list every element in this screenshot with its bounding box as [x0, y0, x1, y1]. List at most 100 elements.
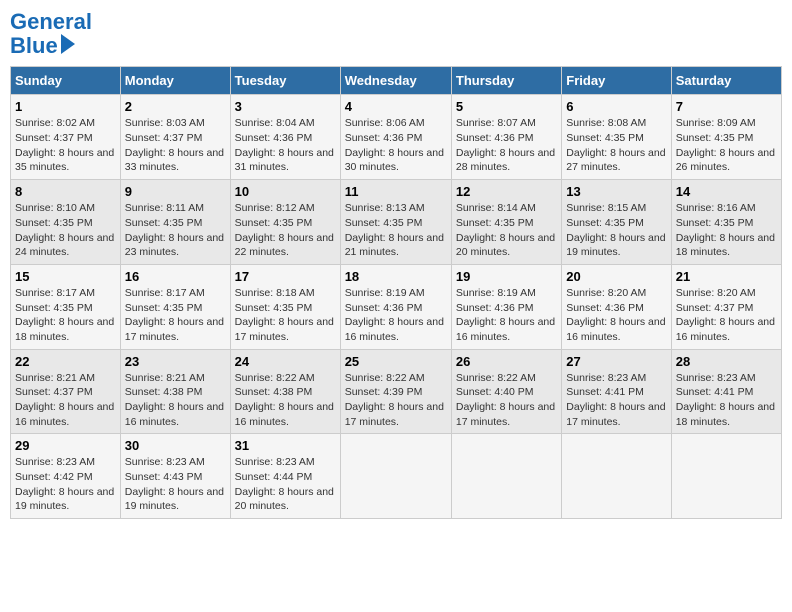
sunset-label: Sunset: — [235, 471, 274, 483]
sunset-label: Sunset: — [125, 302, 164, 314]
day-info: Sunrise: 8:22 AM Sunset: 4:39 PM Dayligh… — [345, 371, 447, 430]
sunrise-time: 8:09 AM — [717, 117, 756, 129]
calendar-cell: 22 Sunrise: 8:21 AM Sunset: 4:37 PM Dayl… — [11, 349, 121, 434]
calendar-cell: 15 Sunrise: 8:17 AM Sunset: 4:35 PM Dayl… — [11, 264, 121, 349]
sunset-label: Sunset: — [345, 302, 384, 314]
day-number: 27 — [566, 354, 666, 369]
week-row-2: 8 Sunrise: 8:10 AM Sunset: 4:35 PM Dayli… — [11, 180, 782, 265]
day-info: Sunrise: 8:04 AM Sunset: 4:36 PM Dayligh… — [235, 116, 336, 175]
calendar-table: SundayMondayTuesdayWednesdayThursdayFrid… — [10, 66, 782, 519]
sunrise-time: 8:23 AM — [166, 456, 205, 468]
calendar-cell: 5 Sunrise: 8:07 AM Sunset: 4:36 PM Dayli… — [451, 95, 561, 180]
sunset-time: 4:43 PM — [163, 471, 202, 483]
day-number: 30 — [125, 438, 226, 453]
header-thursday: Thursday — [451, 67, 561, 95]
day-number: 29 — [15, 438, 116, 453]
day-info: Sunrise: 8:11 AM Sunset: 4:35 PM Dayligh… — [125, 201, 226, 260]
daylight-label: Daylight: — [15, 401, 59, 413]
daylight-label: Daylight: — [456, 147, 500, 159]
sunrise-time: 8:15 AM — [608, 202, 647, 214]
sunrise-time: 8:23 AM — [56, 456, 95, 468]
day-info: Sunrise: 8:14 AM Sunset: 4:35 PM Dayligh… — [456, 201, 557, 260]
day-number: 11 — [345, 184, 447, 199]
sunset-label: Sunset: — [15, 217, 54, 229]
daylight-label: Daylight: — [676, 316, 720, 328]
sunrise-time: 8:23 AM — [717, 372, 756, 384]
day-number: 24 — [235, 354, 336, 369]
sunset-label: Sunset: — [125, 217, 164, 229]
sunset-time: 4:39 PM — [383, 386, 422, 398]
page-header: General Blue — [10, 10, 782, 58]
sunrise-time: 8:07 AM — [497, 117, 536, 129]
sunset-label: Sunset: — [456, 217, 495, 229]
sunset-label: Sunset: — [235, 132, 274, 144]
sunset-time: 4:37 PM — [54, 386, 93, 398]
calendar-cell: 16 Sunrise: 8:17 AM Sunset: 4:35 PM Dayl… — [120, 264, 230, 349]
day-number: 18 — [345, 269, 447, 284]
day-number: 28 — [676, 354, 777, 369]
day-info: Sunrise: 8:18 AM Sunset: 4:35 PM Dayligh… — [235, 286, 336, 345]
sunrise-time: 8:18 AM — [276, 287, 315, 299]
sunset-time: 4:35 PM — [54, 302, 93, 314]
sunrise-time: 8:14 AM — [497, 202, 536, 214]
sunset-time: 4:35 PM — [494, 217, 533, 229]
sunset-time: 4:35 PM — [54, 217, 93, 229]
daylight-label: Daylight: — [676, 147, 720, 159]
calendar-cell: 10 Sunrise: 8:12 AM Sunset: 4:35 PM Dayl… — [230, 180, 340, 265]
sunset-label: Sunset: — [125, 471, 164, 483]
sunrise-label: Sunrise: — [345, 287, 386, 299]
daylight-label: Daylight: — [456, 401, 500, 413]
sunset-label: Sunset: — [15, 386, 54, 398]
daylight-label: Daylight: — [345, 316, 389, 328]
sunrise-time: 8:19 AM — [386, 287, 425, 299]
sunrise-label: Sunrise: — [15, 372, 56, 384]
sunrise-label: Sunrise: — [125, 117, 166, 129]
sunrise-label: Sunrise: — [566, 287, 607, 299]
header-saturday: Saturday — [671, 67, 781, 95]
daylight-label: Daylight: — [15, 232, 59, 244]
sunrise-time: 8:02 AM — [56, 117, 95, 129]
daylight-label: Daylight: — [456, 232, 500, 244]
day-number: 20 — [566, 269, 666, 284]
calendar-cell: 25 Sunrise: 8:22 AM Sunset: 4:39 PM Dayl… — [340, 349, 451, 434]
day-info: Sunrise: 8:23 AM Sunset: 4:41 PM Dayligh… — [566, 371, 666, 430]
sunset-time: 4:36 PM — [273, 132, 312, 144]
week-row-1: 1 Sunrise: 8:02 AM Sunset: 4:37 PM Dayli… — [11, 95, 782, 180]
sunset-time: 4:35 PM — [714, 132, 753, 144]
sunset-time: 4:40 PM — [494, 386, 533, 398]
calendar-cell — [340, 434, 451, 519]
daylight-label: Daylight: — [345, 232, 389, 244]
calendar-cell: 6 Sunrise: 8:08 AM Sunset: 4:35 PM Dayli… — [562, 95, 671, 180]
sunset-time: 4:36 PM — [605, 302, 644, 314]
sunrise-time: 8:20 AM — [717, 287, 756, 299]
sunset-label: Sunset: — [456, 386, 495, 398]
sunrise-time: 8:22 AM — [497, 372, 536, 384]
calendar-cell: 4 Sunrise: 8:06 AM Sunset: 4:36 PM Dayli… — [340, 95, 451, 180]
sunset-time: 4:41 PM — [714, 386, 753, 398]
calendar-cell: 23 Sunrise: 8:21 AM Sunset: 4:38 PM Dayl… — [120, 349, 230, 434]
calendar-cell: 28 Sunrise: 8:23 AM Sunset: 4:41 PM Dayl… — [671, 349, 781, 434]
header-friday: Friday — [562, 67, 671, 95]
day-info: Sunrise: 8:06 AM Sunset: 4:36 PM Dayligh… — [345, 116, 447, 175]
day-number: 12 — [456, 184, 557, 199]
calendar-body: 1 Sunrise: 8:02 AM Sunset: 4:37 PM Dayli… — [11, 95, 782, 519]
daylight-label: Daylight: — [125, 147, 169, 159]
day-number: 26 — [456, 354, 557, 369]
sunset-label: Sunset: — [235, 302, 274, 314]
sunrise-time: 8:16 AM — [717, 202, 756, 214]
calendar-cell: 29 Sunrise: 8:23 AM Sunset: 4:42 PM Dayl… — [11, 434, 121, 519]
calendar-cell: 17 Sunrise: 8:18 AM Sunset: 4:35 PM Dayl… — [230, 264, 340, 349]
sunrise-time: 8:10 AM — [56, 202, 95, 214]
sunrise-time: 8:20 AM — [608, 287, 647, 299]
sunrise-label: Sunrise: — [345, 372, 386, 384]
daylight-label: Daylight: — [566, 316, 610, 328]
sunrise-time: 8:08 AM — [608, 117, 647, 129]
sunset-label: Sunset: — [566, 132, 605, 144]
sunset-label: Sunset: — [15, 132, 54, 144]
calendar-cell: 13 Sunrise: 8:15 AM Sunset: 4:35 PM Dayl… — [562, 180, 671, 265]
sunset-time: 4:35 PM — [605, 132, 644, 144]
sunset-time: 4:35 PM — [383, 217, 422, 229]
header-wednesday: Wednesday — [340, 67, 451, 95]
day-info: Sunrise: 8:21 AM Sunset: 4:38 PM Dayligh… — [125, 371, 226, 430]
sunset-label: Sunset: — [345, 217, 384, 229]
